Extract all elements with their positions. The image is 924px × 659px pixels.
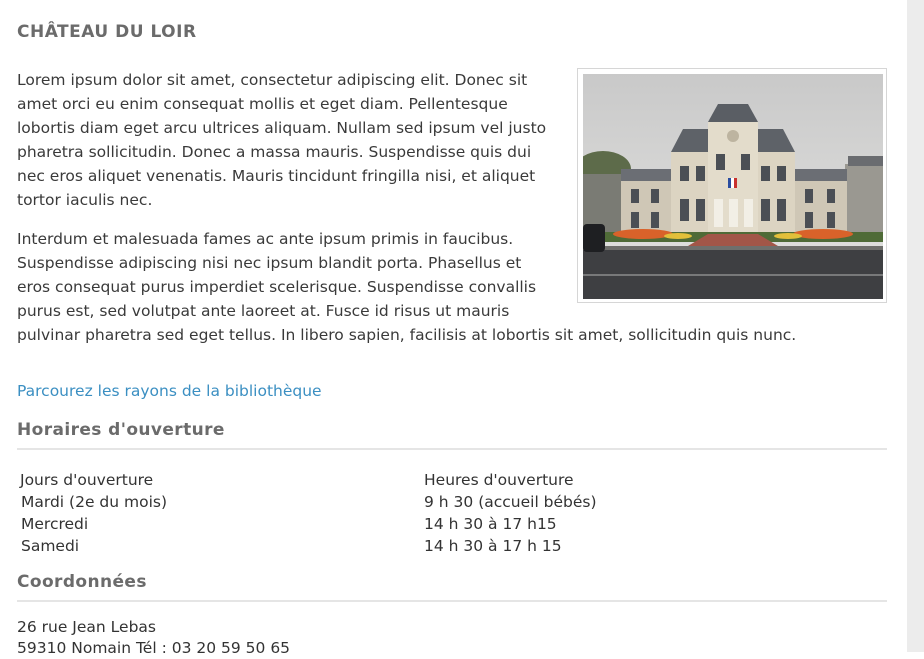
- address-block: 26 rue Jean Lebas 59310 Nomain Tél : 03 …: [17, 617, 290, 659]
- day-cell: Mercredi: [21, 515, 89, 533]
- hours-cell: 14 h 30 à 17 h15: [424, 515, 557, 533]
- intro-block: Lorem ipsum dolor sit amet, consectetur …: [17, 68, 887, 362]
- building-photo: [575, 68, 887, 303]
- hours-heading: Horaires d'ouverture: [17, 420, 887, 450]
- days-column-header: Jours d'ouverture: [20, 471, 154, 489]
- hours-cell: 14 h 30 à 17 h 15: [424, 537, 562, 555]
- table-row: Mardi (2e du mois) 9 h 30 (accueil bébés…: [20, 491, 887, 513]
- page-title: CHÂTEAU DU LOIR: [17, 22, 197, 42]
- table-row: Samedi 14 h 30 à 17 h 15: [20, 535, 887, 557]
- hours-cell: 9 h 30 (accueil bébés): [424, 493, 597, 511]
- hours-table: Jours d'ouverture Heures d'ouverture Mar…: [20, 469, 887, 557]
- table-row: Mercredi 14 h 30 à 17 h15: [20, 513, 887, 535]
- contact-heading: Coordonnées: [17, 572, 887, 602]
- day-cell: Mardi (2e du mois): [21, 493, 168, 511]
- browse-shelves-link[interactable]: Parcourez les rayons de la bibliothèque: [17, 382, 322, 400]
- address-city-phone: 59310 Nomain Tél : 03 20 59 50 65: [17, 639, 291, 657]
- day-cell: Samedi: [21, 537, 80, 555]
- town-hall-image: [575, 74, 883, 299]
- table-header-row: Jours d'ouverture Heures d'ouverture: [20, 469, 887, 491]
- address-street: 26 rue Jean Lebas: [17, 618, 156, 636]
- hours-column-header: Heures d'ouverture: [424, 471, 574, 489]
- page-scrollbar[interactable]: [907, 0, 924, 652]
